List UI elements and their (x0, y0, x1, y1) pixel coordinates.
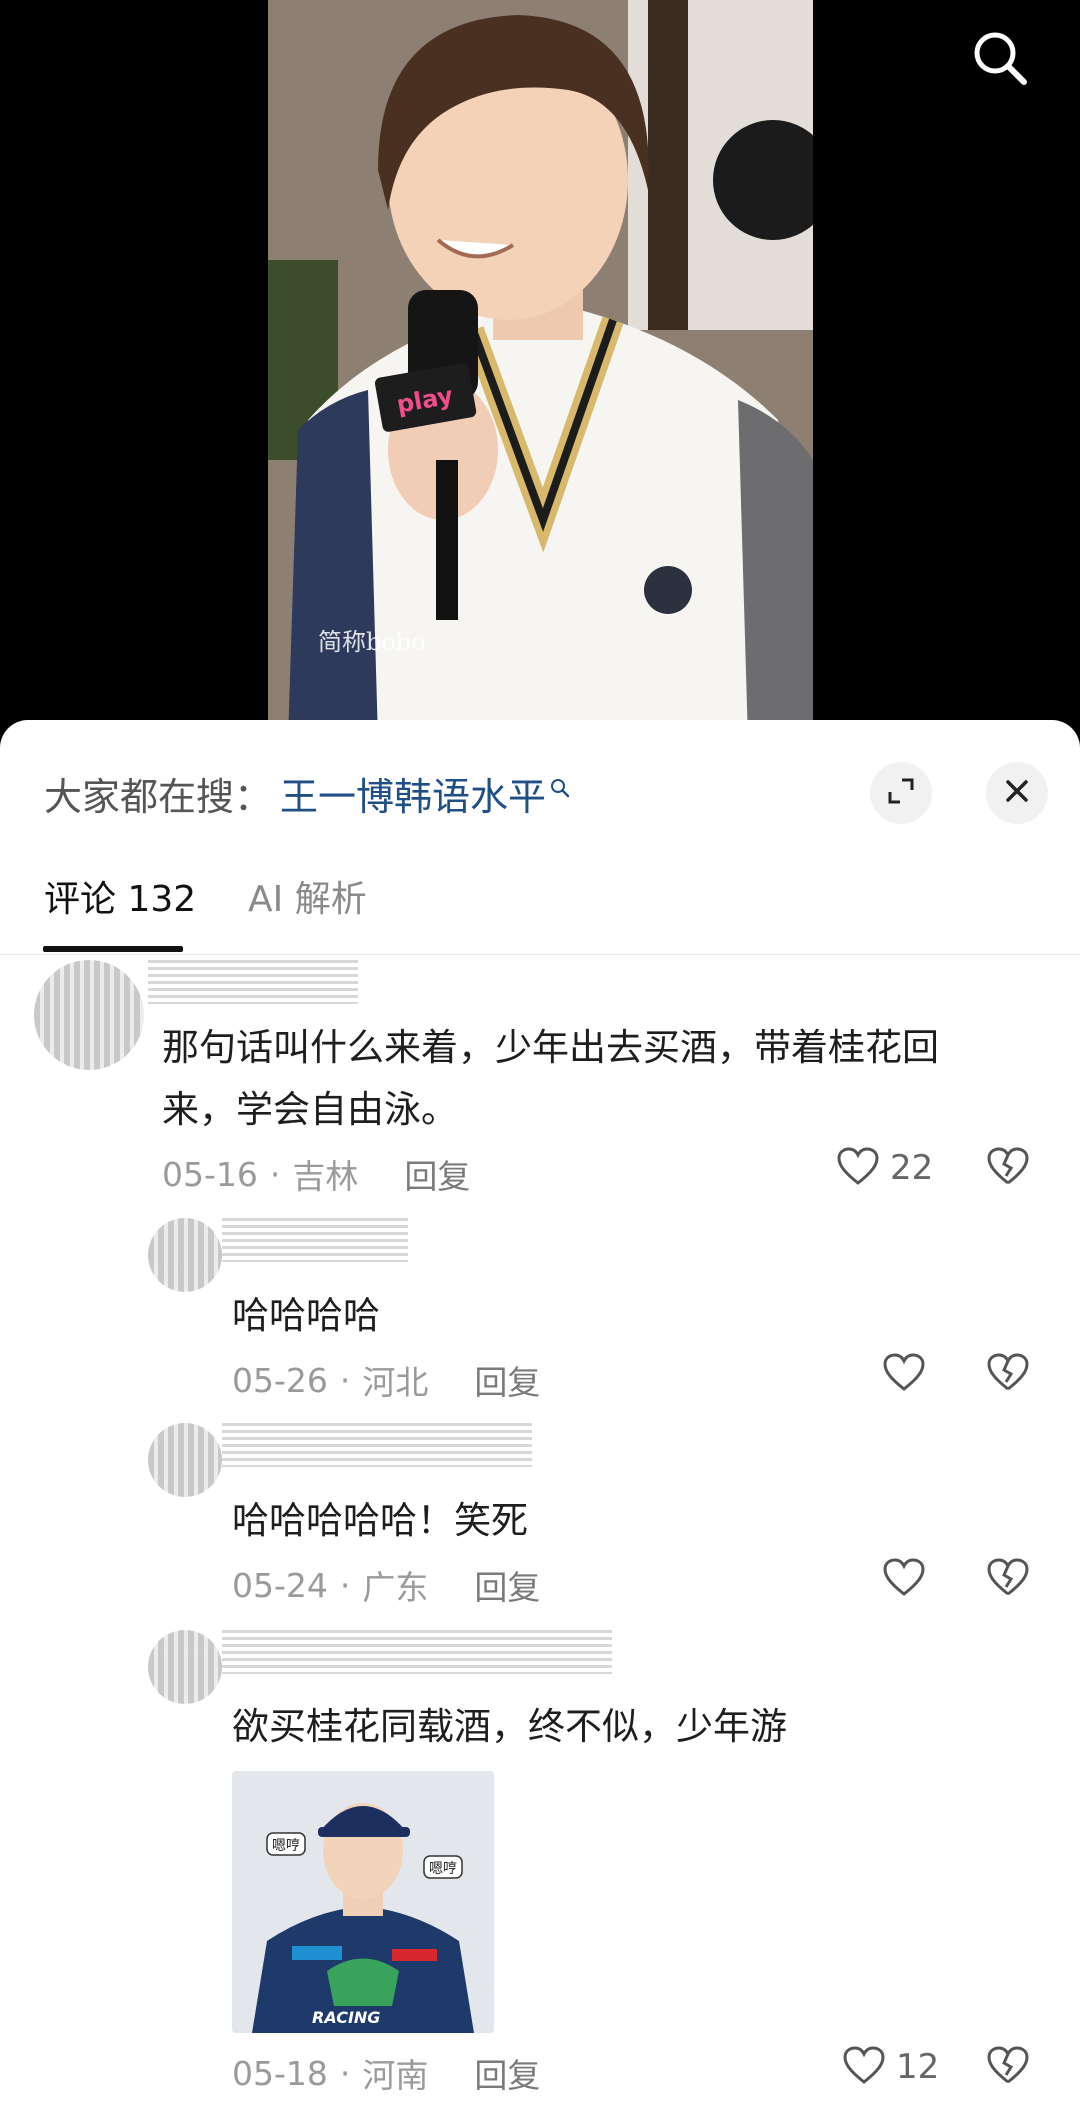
expand-icon (886, 776, 916, 810)
comment-date: 05-16 (162, 1154, 258, 1194)
video-watermark: 简称bobo (318, 628, 426, 656)
comment-location: 河北 (362, 1363, 429, 1402)
avatar[interactable] (148, 1630, 222, 1704)
comment-date: 05-18 (232, 2053, 328, 2093)
search-suggestion[interactable]: 大家都在搜： 王一博韩语水平 (44, 750, 570, 836)
heart-icon (836, 1146, 880, 1190)
comment-text: 哈哈哈哈哈！笑死 (232, 1499, 528, 1542)
video-illustration: play 简称bobo (268, 0, 813, 740)
reply-button[interactable]: 回复 (474, 1561, 540, 1609)
reply-button[interactable]: 回复 (404, 1150, 470, 1198)
comment-sheet: 大家都在搜： 王一博韩语水平 评论 132 AI 解析 那句话叫什么来着，少年出… (0, 720, 1080, 2109)
active-tab-indicator (43, 946, 183, 952)
video-frame: play 简称bobo (268, 0, 813, 740)
close-icon (1003, 777, 1031, 809)
comment-image[interactable]: RACING 嗯哼 嗯哼 (232, 1771, 494, 2033)
comment-tabs: 评论 132 AI 解析 (0, 850, 1080, 955)
like-button[interactable] (882, 1557, 926, 1601)
like-button[interactable]: 12 (842, 2045, 939, 2089)
meta-separator: · (339, 1360, 351, 1400)
comment-text-line: 那句话叫什么来着，少年出去买酒，带着桂花回 (162, 1026, 939, 1069)
dislike-button[interactable] (986, 1557, 1030, 1601)
avatar[interactable] (148, 1423, 222, 1497)
username[interactable] (222, 1630, 612, 1674)
racer-illustration: RACING 嗯哼 嗯哼 (232, 1771, 494, 2033)
avatar[interactable] (34, 960, 144, 1070)
dislike-button[interactable] (986, 1352, 1030, 1396)
username[interactable] (148, 960, 358, 1004)
reply-button[interactable]: 回复 (474, 1356, 540, 1404)
comment-date: 05-26 (232, 1360, 328, 1400)
search-suggestion-prefix: 大家都在搜： (44, 774, 273, 819)
dislike-button[interactable] (986, 1146, 1030, 1190)
tab-comments[interactable]: 评论 132 (44, 870, 196, 922)
heart-icon (882, 1557, 926, 1601)
reply-button[interactable]: 回复 (474, 2049, 540, 2097)
like-button[interactable]: 22 (836, 1146, 933, 1190)
comment-text: 哈哈哈哈 (232, 1294, 380, 1337)
expand-button[interactable] (870, 762, 932, 824)
comment-location: 吉林 (292, 1157, 359, 1196)
close-button[interactable] (986, 762, 1048, 824)
sticker-right: 嗯哼 (429, 1860, 457, 1877)
broken-heart-icon (986, 1147, 1030, 1190)
comment-meta: 05-18 · 河南 回复 (232, 2049, 540, 2097)
comment-text: 那句话叫什么来着，少年出去买酒，带着桂花回 来，学会自由泳。 (162, 1017, 1022, 1141)
search-suggestion-keyword[interactable]: 王一博韩语水平 (280, 766, 546, 821)
image-logo: RACING (312, 2008, 380, 2027)
like-count: 12 (896, 2047, 940, 2087)
search-icon (970, 32, 1030, 92)
like-button[interactable] (882, 1352, 926, 1396)
comment-meta: 05-24 · 广东 回复 (232, 1561, 540, 1609)
comment-text: 欲买桂花同载酒，终不似，少年游 (232, 1705, 787, 1748)
like-count: 22 (890, 1148, 934, 1188)
search-button[interactable] (970, 28, 1030, 88)
broken-heart-icon (986, 1558, 1030, 1601)
tab-ai-analysis[interactable]: AI 解析 (248, 870, 367, 922)
username[interactable] (222, 1218, 408, 1262)
broken-heart-icon (986, 2046, 1030, 2089)
broken-heart-icon (986, 1353, 1030, 1396)
sticker-left: 嗯哼 (272, 1837, 300, 1854)
meta-separator: · (339, 1565, 351, 1605)
username[interactable] (222, 1423, 532, 1467)
comment-meta: 05-16 · 吉林 回复 (162, 1150, 470, 1198)
video-player[interactable]: play 简称bobo (0, 0, 1080, 740)
heart-icon (882, 1352, 926, 1396)
meta-separator: · (339, 2053, 351, 2093)
comment-date: 05-24 (232, 1565, 328, 1605)
avatar[interactable] (148, 1218, 222, 1292)
comment-location: 广东 (362, 1568, 429, 1607)
meta-separator: · (269, 1154, 281, 1194)
dislike-button[interactable] (986, 2045, 1030, 2089)
small-search-icon (550, 763, 570, 807)
comment-location: 河南 (362, 2056, 429, 2095)
comment-text-line: 来，学会自由泳。 (162, 1088, 458, 1131)
heart-icon (842, 2045, 886, 2089)
comment-meta: 05-26 · 河北 回复 (232, 1356, 540, 1404)
